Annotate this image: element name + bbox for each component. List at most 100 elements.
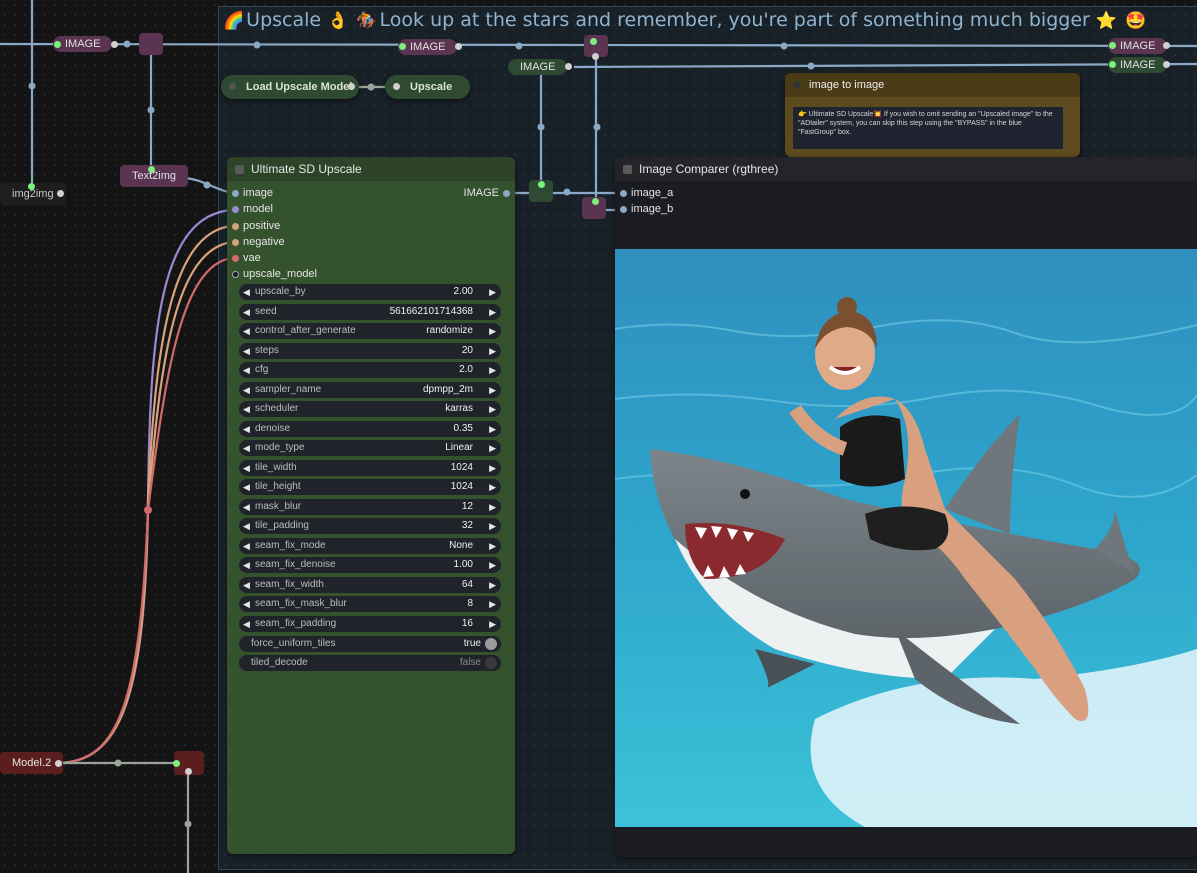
- note-text-area[interactable]: 👉 Ultimate SD Upscale💥 If you wish to om…: [793, 107, 1063, 149]
- slot-dot[interactable]: [232, 239, 239, 246]
- increment-arrow-icon[interactable]: ▶: [489, 460, 496, 476]
- increment-arrow-icon[interactable]: ▶: [489, 440, 496, 456]
- decrement-arrow-icon[interactable]: ◀: [243, 421, 250, 437]
- increment-arrow-icon[interactable]: ▶: [489, 343, 496, 359]
- increment-arrow-icon[interactable]: ▶: [489, 616, 496, 632]
- widget-seam-fix-width[interactable]: ◀ seam_fix_width 64 ▶: [239, 576, 501, 593]
- image-reroute-pill[interactable]: IMAGE: [1108, 57, 1168, 73]
- decrement-arrow-icon[interactable]: ◀: [243, 616, 250, 632]
- decrement-arrow-icon[interactable]: ◀: [243, 382, 250, 398]
- decrement-arrow-icon[interactable]: ◀: [243, 440, 250, 456]
- slot-dot[interactable]: [232, 255, 239, 262]
- widget-tile-padding[interactable]: ◀ tile_padding 32 ▶: [239, 518, 501, 534]
- output-slot-image[interactable]: IMAGE: [464, 187, 510, 199]
- widget-scheduler[interactable]: ◀ scheduler karras ▶: [239, 401, 501, 417]
- decrement-arrow-icon[interactable]: ◀: [243, 499, 250, 515]
- toggle-knob[interactable]: [485, 638, 497, 650]
- increment-arrow-icon[interactable]: ▶: [489, 577, 496, 593]
- decrement-arrow-icon[interactable]: ◀: [243, 460, 250, 476]
- increment-arrow-icon[interactable]: ▶: [489, 382, 496, 398]
- decrement-arrow-icon[interactable]: ◀: [243, 557, 250, 573]
- reroute-node[interactable]: [139, 33, 163, 55]
- image-reroute-pill[interactable]: IMAGE: [508, 59, 568, 75]
- input-slot-vae[interactable]: vae: [232, 252, 261, 264]
- widget-denoise[interactable]: ◀ denoise 0.35 ▶: [239, 420, 501, 437]
- toggle-knob[interactable]: [485, 657, 497, 669]
- increment-arrow-icon[interactable]: ▶: [489, 304, 496, 320]
- slot-dot[interactable]: [232, 190, 239, 197]
- widget-mask-blur[interactable]: ◀ mask_blur 12 ▶: [239, 498, 501, 515]
- widget-sampler-name[interactable]: ◀ sampler_name dpmpp_2m ▶: [239, 381, 501, 398]
- increment-arrow-icon[interactable]: ▶: [489, 538, 496, 554]
- toggle-force-uniform-tiles[interactable]: force_uniform_tiles true: [239, 636, 501, 652]
- widget-seam-fix-denoise[interactable]: ◀ seam_fix_denoise 1.00 ▶: [239, 557, 501, 573]
- image-reroute-pill[interactable]: IMAGE: [398, 39, 458, 55]
- model2-reroute[interactable]: Model.2: [0, 752, 64, 774]
- widget-control-after-generate[interactable]: ◀ control_after_generate randomize ▶: [239, 323, 501, 339]
- decrement-arrow-icon[interactable]: ◀: [243, 401, 250, 417]
- widget-upscale-by[interactable]: ◀ upscale_by 2.00 ▶: [239, 284, 501, 300]
- note-node-title[interactable]: image to image: [785, 73, 1080, 97]
- widget-seam-fix-mode[interactable]: ◀ seam_fix_mode None ▶: [239, 537, 501, 554]
- widget-tile-width[interactable]: ◀ tile_width 1024 ▶: [239, 459, 501, 476]
- increment-arrow-icon[interactable]: ▶: [489, 479, 496, 495]
- slot-dot[interactable]: [503, 190, 510, 197]
- widget-steps[interactable]: ◀ steps 20 ▶: [239, 342, 501, 359]
- increment-arrow-icon[interactable]: ▶: [489, 596, 496, 612]
- upscale-node[interactable]: Upscale: [385, 75, 470, 99]
- input-slot-negative[interactable]: negative: [232, 236, 285, 248]
- toggle-tiled-decode[interactable]: tiled_decode false: [239, 655, 501, 671]
- input-slot-upscale-model[interactable]: upscale_model: [232, 268, 317, 280]
- widget-seam-fix-mask-blur[interactable]: ◀ seam_fix_mask_blur 8 ▶: [239, 596, 501, 612]
- input-slot-image-a[interactable]: image_a: [620, 187, 673, 199]
- increment-arrow-icon[interactable]: ▶: [489, 421, 496, 437]
- slot-dot[interactable]: [232, 206, 239, 213]
- collapse-dot[interactable]: [793, 81, 801, 89]
- increment-arrow-icon[interactable]: ▶: [489, 557, 496, 573]
- ultimate-sd-upscale-node[interactable]: Ultimate SD Upscale image model positive…: [227, 157, 515, 854]
- decrement-arrow-icon[interactable]: ◀: [243, 538, 250, 554]
- increment-arrow-icon[interactable]: ▶: [489, 499, 496, 515]
- image-reroute-pill[interactable]: IMAGE: [53, 36, 113, 52]
- decrement-arrow-icon[interactable]: ◀: [243, 596, 250, 612]
- input-slot-positive[interactable]: positive: [232, 220, 280, 232]
- ultimate-sd-upscale-title[interactable]: Ultimate SD Upscale: [227, 157, 515, 181]
- increment-arrow-icon[interactable]: ▶: [489, 284, 496, 300]
- slot-dot[interactable]: [232, 271, 239, 278]
- input-slot-image-b[interactable]: image_b: [620, 203, 673, 215]
- image-comparer-title[interactable]: Image Comparer (rgthree): [615, 157, 1197, 181]
- image-reroute-pill[interactable]: IMAGE: [1108, 38, 1168, 54]
- collapse-dot[interactable]: [229, 83, 236, 90]
- collapse-dot[interactable]: [235, 165, 244, 174]
- decrement-arrow-icon[interactable]: ◀: [243, 518, 250, 534]
- decrement-arrow-icon[interactable]: ◀: [243, 577, 250, 593]
- input-dot[interactable]: [393, 83, 400, 90]
- decrement-arrow-icon[interactable]: ◀: [243, 479, 250, 495]
- decrement-arrow-icon[interactable]: ◀: [243, 323, 250, 339]
- output-dot[interactable]: [348, 83, 355, 90]
- increment-arrow-icon[interactable]: ▶: [489, 362, 496, 378]
- note-node-image-to-image[interactable]: image to image 👉 Ultimate SD Upscale💥 If…: [785, 73, 1080, 157]
- group-title[interactable]: 🌈 Upscale 👌 🏇 Look up at the stars and rem…: [223, 9, 1148, 31]
- widget-seam-fix-padding[interactable]: ◀ seam_fix_padding 16 ▶: [239, 615, 501, 632]
- decrement-arrow-icon[interactable]: ◀: [243, 362, 250, 378]
- collapse-dot[interactable]: [623, 165, 632, 174]
- widget-mode-type[interactable]: ◀ mode_type Linear ▶: [239, 440, 501, 456]
- widget-cfg[interactable]: ◀ cfg 2.0 ▶: [239, 362, 501, 378]
- widget-tile-height[interactable]: ◀ tile_height 1024 ▶: [239, 479, 501, 495]
- image-comparer-node[interactable]: Image Comparer (rgthree) image_a image_b: [615, 157, 1197, 857]
- slot-dot[interactable]: [620, 190, 627, 197]
- slot-dot[interactable]: [232, 223, 239, 230]
- increment-arrow-icon[interactable]: ▶: [489, 401, 496, 417]
- input-slot-model[interactable]: model: [232, 203, 273, 215]
- slot-dot[interactable]: [620, 206, 627, 213]
- comparer-image-preview[interactable]: [615, 249, 1197, 827]
- increment-arrow-icon[interactable]: ▶: [489, 323, 496, 339]
- load-upscale-model-node[interactable]: Load Upscale Model: [221, 75, 359, 99]
- decrement-arrow-icon[interactable]: ◀: [243, 284, 250, 300]
- increment-arrow-icon[interactable]: ▶: [489, 518, 496, 534]
- decrement-arrow-icon[interactable]: ◀: [243, 343, 250, 359]
- input-slot-image[interactable]: image: [232, 187, 273, 199]
- decrement-arrow-icon[interactable]: ◀: [243, 304, 250, 320]
- widget-seed[interactable]: ◀ seed 561662101714368 ▶: [239, 303, 501, 320]
